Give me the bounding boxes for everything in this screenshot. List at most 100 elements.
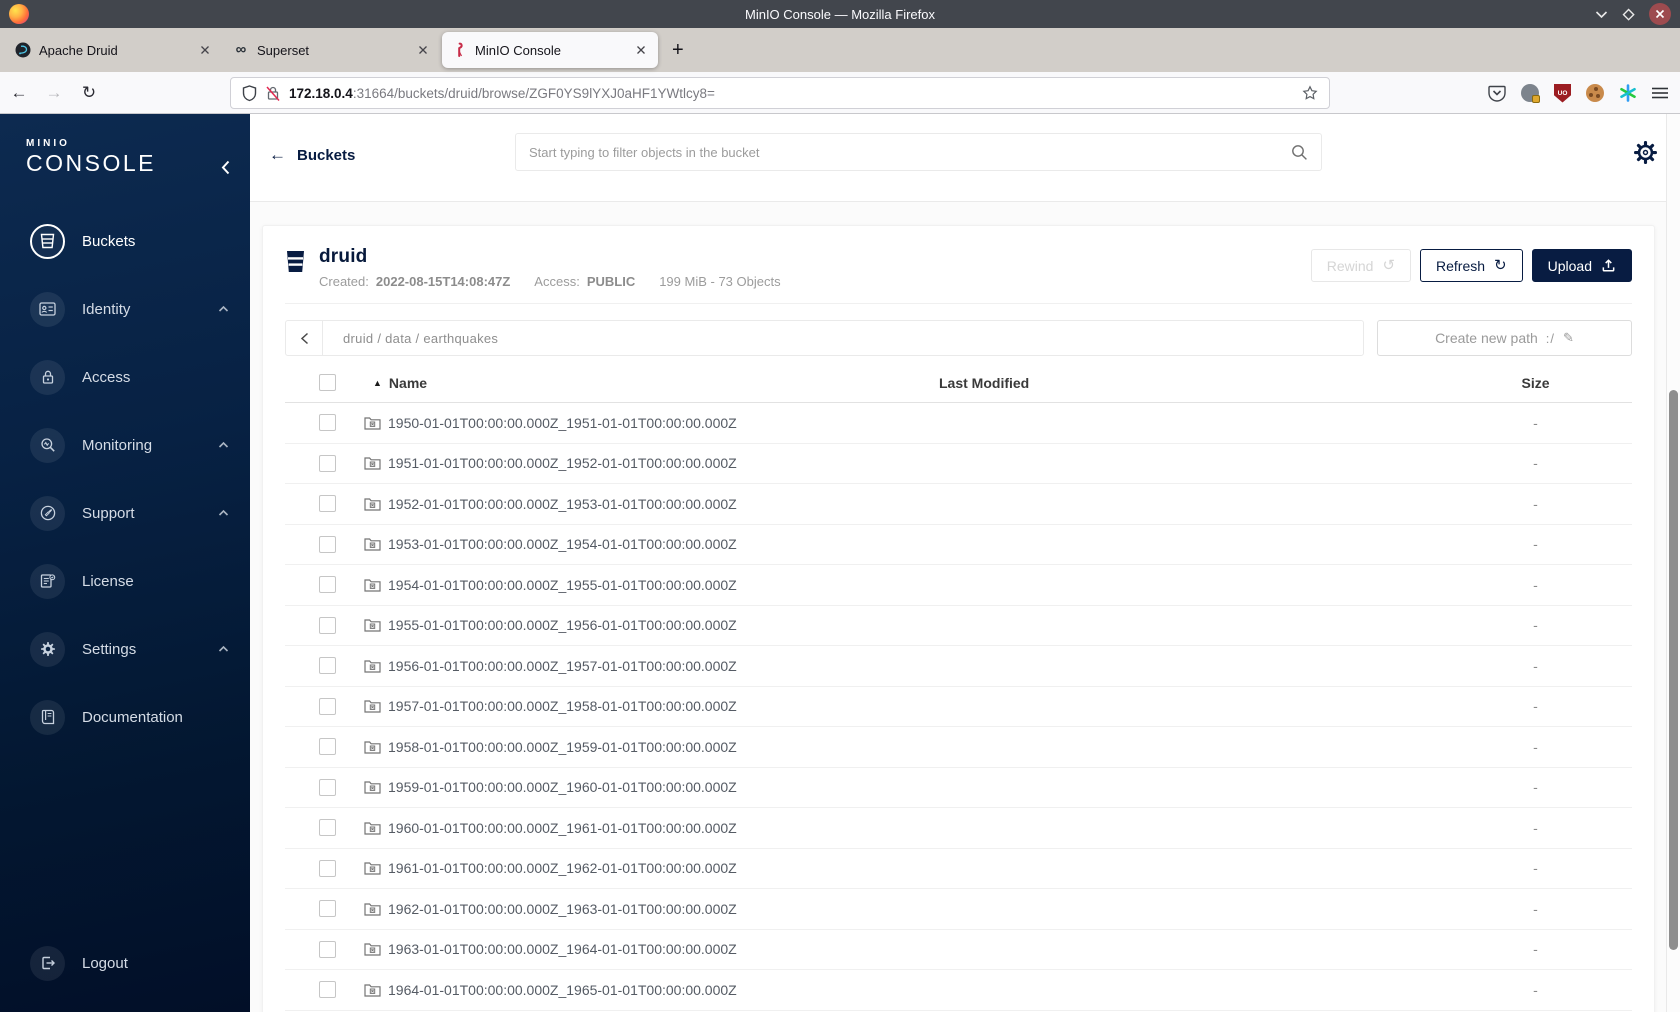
object-name: 1957-01-01T00:00:00.000Z_1958-01-01T00:0… <box>388 698 737 715</box>
chevron-up-icon[interactable] <box>218 509 229 517</box>
tab-apache-druid[interactable]: Apache Druid <box>6 32 222 68</box>
object-name: 1963-01-01T00:00:00.000Z_1964-01-01T00:0… <box>388 941 737 958</box>
select-all-checkbox[interactable] <box>319 374 336 391</box>
sidebar-item-identity[interactable]: Identity <box>0 275 250 343</box>
object-name: 1952-01-01T00:00:00.000Z_1953-01-01T00:0… <box>388 495 737 512</box>
sidebar-item-license[interactable]: License <box>0 547 250 615</box>
row-checkbox[interactable] <box>319 859 336 877</box>
object-row[interactable]: 1952-01-01T00:00:00.000Z_1953-01-01T00:0… <box>285 484 1632 525</box>
chevron-up-icon[interactable] <box>218 441 229 449</box>
new-tab-button[interactable]: + <box>672 39 684 62</box>
colorful-asterisk-extension-icon[interactable] <box>1619 84 1637 102</box>
row-checkbox[interactable] <box>319 981 336 999</box>
reload-button[interactable]: ↻ <box>73 78 105 108</box>
window-maximize-icon[interactable] <box>1621 7 1636 22</box>
object-row[interactable]: 1962-01-01T00:00:00.000Z_1963-01-01T00:0… <box>285 889 1632 930</box>
row-checkbox[interactable] <box>319 778 336 796</box>
sidebar-item-documentation[interactable]: Documentation <box>0 683 250 751</box>
sidebar-item-logout[interactable]: Logout <box>0 943 250 983</box>
browser-toolbar: ← → ↻ 172.18.0.4:31664/buckets/druid/bro… <box>0 72 1680 114</box>
tab-close-icon[interactable] <box>633 45 649 55</box>
create-new-path-button[interactable]: Create new path :/ ✎ <box>1377 320 1632 356</box>
pocket-icon[interactable] <box>1488 85 1506 102</box>
console-settings-gear-icon[interactable] <box>1633 140 1658 165</box>
chevron-up-icon[interactable] <box>218 645 229 653</box>
row-checkbox[interactable] <box>319 657 336 675</box>
refresh-button[interactable]: Refresh ↻ <box>1420 249 1523 282</box>
object-row[interactable]: 1964-01-01T00:00:00.000Z_1965-01-01T00:0… <box>285 970 1632 1011</box>
object-row[interactable]: 1953-01-01T00:00:00.000Z_1954-01-01T00:0… <box>285 525 1632 565</box>
tab-superset[interactable]: ∞ Superset <box>224 32 440 68</box>
row-checkbox[interactable] <box>319 940 336 958</box>
sidebar-collapse-icon[interactable] <box>221 160 230 175</box>
row-checkbox[interactable] <box>319 819 336 837</box>
window-close-icon[interactable] <box>1649 3 1671 25</box>
hamburger-menu-icon[interactable] <box>1652 87 1668 99</box>
row-checkbox[interactable] <box>319 697 336 715</box>
row-checkbox[interactable] <box>319 495 336 513</box>
sidebar-item-label: License <box>82 572 134 590</box>
object-size: - <box>1533 779 1538 796</box>
object-filter-searchbox[interactable] <box>515 133 1322 171</box>
object-row[interactable]: 1954-01-01T00:00:00.000Z_1955-01-01T00:0… <box>285 565 1632 606</box>
settings-gear-icon <box>30 631 65 667</box>
row-checkbox[interactable] <box>319 738 336 756</box>
sidebar-item-label: Buckets <box>82 232 136 250</box>
chevron-up-icon[interactable] <box>218 305 229 313</box>
object-size: - <box>1533 617 1538 634</box>
row-checkbox[interactable] <box>319 576 336 594</box>
object-row[interactable]: 1958-01-01T00:00:00.000Z_1959-01-01T00:0… <box>285 727 1632 768</box>
row-checkbox[interactable] <box>319 900 336 918</box>
object-row[interactable]: 1955-01-01T00:00:00.000Z_1956-01-01T00:0… <box>285 606 1632 646</box>
tab-close-icon[interactable] <box>415 45 431 55</box>
column-header-name[interactable]: ▲ Name <box>347 375 919 391</box>
row-checkbox[interactable] <box>319 535 336 553</box>
back-to-buckets-link[interactable]: ← Buckets <box>269 145 355 165</box>
scrollbar-thumb[interactable] <box>1669 390 1678 950</box>
back-button[interactable]: ← <box>3 78 35 108</box>
object-row[interactable]: 1960-01-01T00:00:00.000Z_1961-01-01T00:0… <box>285 808 1632 849</box>
tab-minio-console[interactable]: MinIO Console <box>442 32 658 68</box>
row-checkbox[interactable] <box>319 414 336 432</box>
rewind-button[interactable]: Rewind ↺ <box>1310 249 1412 282</box>
cookie-extension-icon[interactable] <box>1586 84 1604 102</box>
url-bar[interactable]: 172.18.0.4:31664/buckets/druid/browse/ZG… <box>230 77 1330 109</box>
ublock-origin-icon[interactable]: UO <box>1554 83 1571 103</box>
sidebar-item-label: Identity <box>82 300 131 318</box>
bucket-card: druid Created: 2022-08-15T14:08:47Z Acce… <box>262 225 1655 1012</box>
object-row[interactable]: 1951-01-01T00:00:00.000Z_1952-01-01T00:0… <box>285 444 1632 484</box>
access-value: PUBLIC <box>586 274 636 289</box>
upload-button[interactable]: Upload <box>1531 249 1632 282</box>
window-minimize-icon[interactable] <box>1595 10 1608 19</box>
search-input[interactable] <box>529 144 1291 160</box>
breadcrumb-back-chevron-icon[interactable] <box>286 321 323 355</box>
sidebar-item-support[interactable]: Support <box>0 479 250 547</box>
sidebar-item-monitoring[interactable]: Monitoring <box>0 411 250 479</box>
sidebar-item-label: Logout <box>82 954 128 972</box>
object-row[interactable]: 1963-01-01T00:00:00.000Z_1964-01-01T00:0… <box>285 930 1632 970</box>
sidebar-item-settings[interactable]: Settings <box>0 615 250 683</box>
sidebar-item-access[interactable]: Access <box>0 343 250 411</box>
object-row[interactable]: 1950-01-01T00:00:00.000Z_1951-01-01T00:0… <box>285 403 1632 444</box>
tracking-shield-icon[interactable] <box>242 84 257 102</box>
object-name: 1955-01-01T00:00:00.000Z_1956-01-01T00:0… <box>388 617 737 634</box>
object-row[interactable]: 1961-01-01T00:00:00.000Z_1962-01-01T00:0… <box>285 849 1632 889</box>
object-row[interactable]: 1956-01-01T00:00:00.000Z_1957-01-01T00:0… <box>285 646 1632 687</box>
sidebar-item-buckets[interactable]: Buckets <box>0 207 250 275</box>
extension-icon[interactable] <box>1521 84 1540 103</box>
bookmark-star-icon[interactable] <box>1302 85 1318 101</box>
row-checkbox[interactable] <box>319 454 336 472</box>
forward-button[interactable]: → <box>38 78 70 108</box>
folder-icon <box>364 902 381 916</box>
row-checkbox[interactable] <box>319 616 336 634</box>
object-row[interactable]: 1957-01-01T00:00:00.000Z_1958-01-01T00:0… <box>285 687 1632 727</box>
druid-favicon-icon <box>15 42 31 58</box>
bucket-usage: 199 MiB - 73 Objects <box>659 274 781 289</box>
object-row[interactable]: 1959-01-01T00:00:00.000Z_1960-01-01T00:0… <box>285 768 1632 808</box>
folder-icon <box>364 456 381 470</box>
insecure-lock-icon[interactable] <box>266 85 280 102</box>
tab-close-icon[interactable] <box>197 45 213 55</box>
folder-icon <box>364 659 381 673</box>
page-scrollbar[interactable] <box>1666 114 1680 1012</box>
sidebar-item-label: Monitoring <box>82 436 153 454</box>
